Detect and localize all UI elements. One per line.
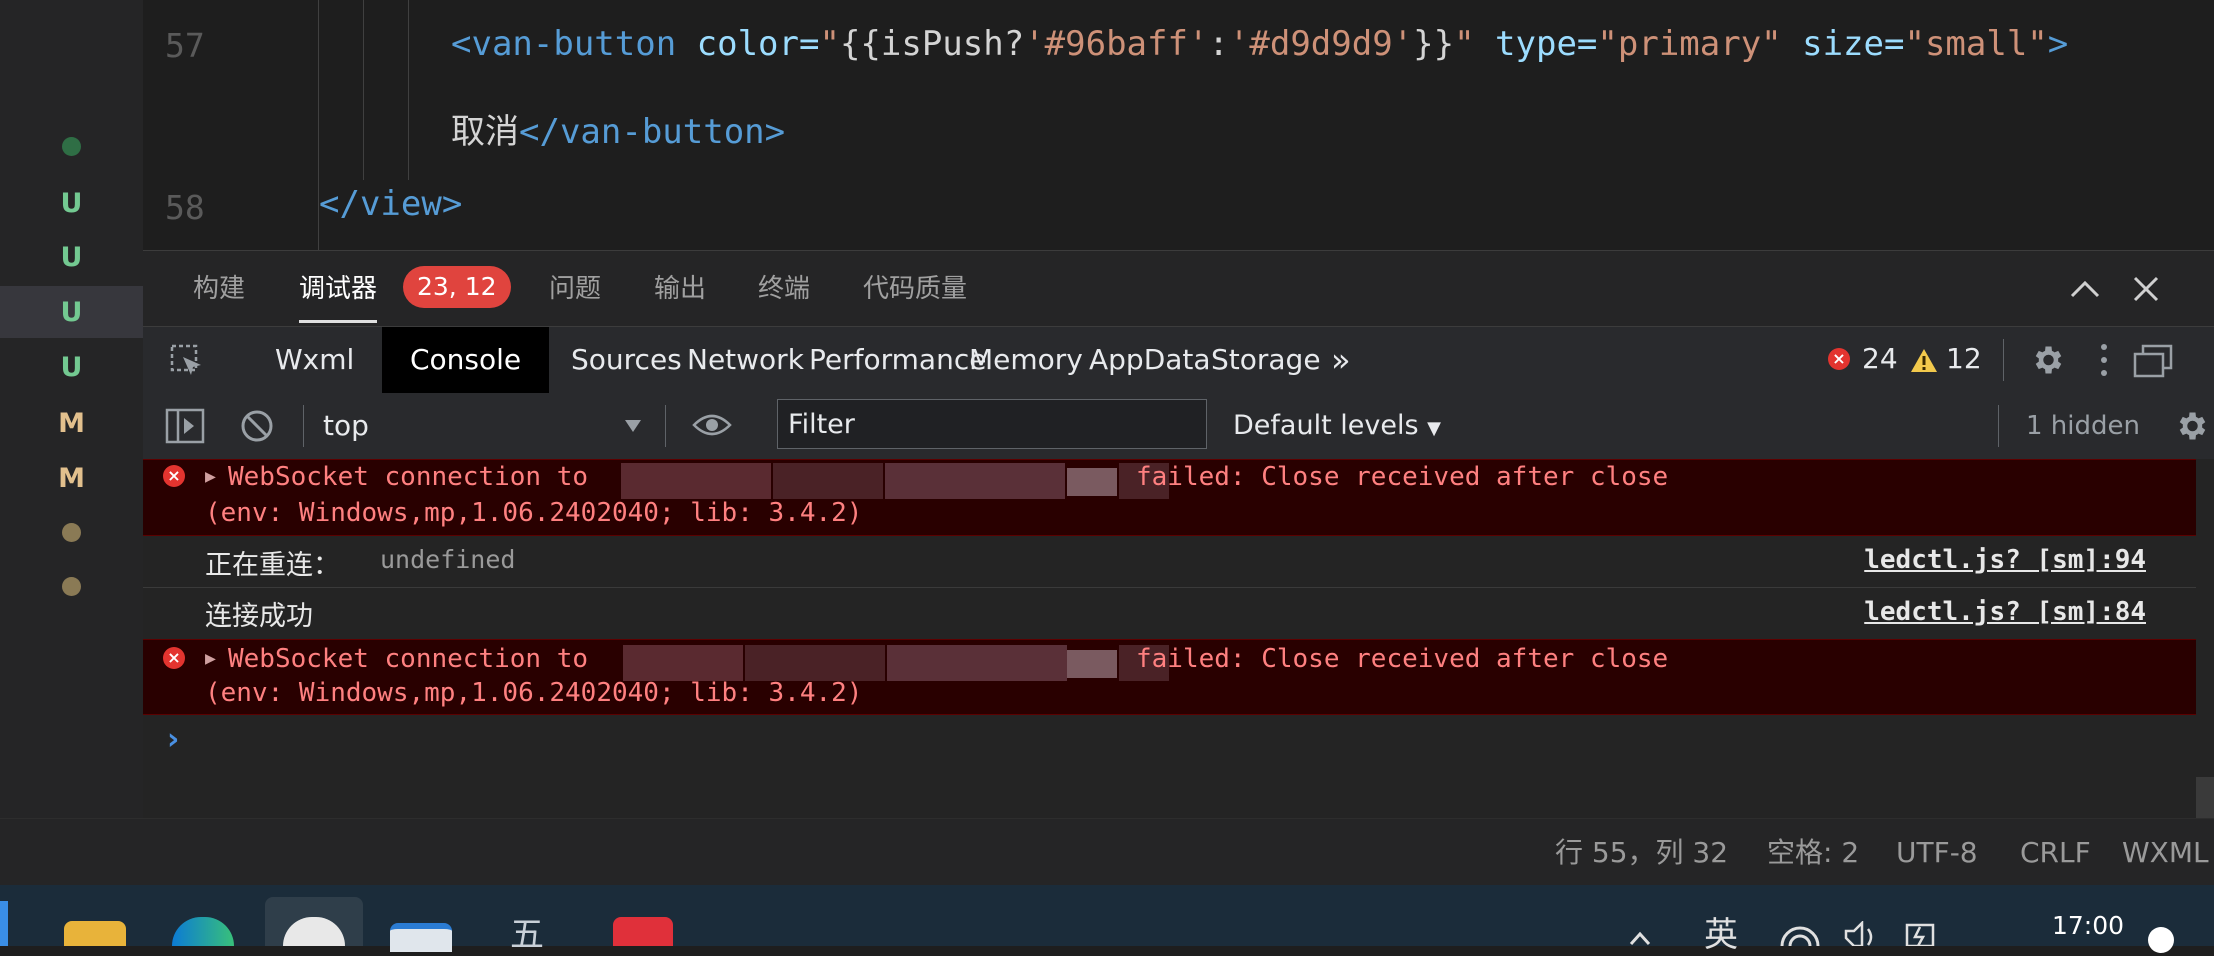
git-status-gutter: U U U U M M — [0, 0, 143, 885]
settings-gear-icon[interactable] — [2029, 342, 2065, 378]
tab-wxml[interactable]: Wxml — [247, 327, 382, 393]
line-ending[interactable]: CRLF — [2020, 819, 2091, 886]
clear-console-icon[interactable] — [239, 408, 275, 444]
edge-browser-icon[interactable] — [172, 917, 234, 946]
tab-console[interactable]: Console — [382, 327, 550, 393]
remote-desktop-icon[interactable] — [390, 923, 452, 952]
netease-music-icon[interactable] — [613, 917, 673, 946]
source-link[interactable]: ledctl.js? [sm]:94 — [1864, 545, 2146, 575]
console-log-row[interactable]: 正在重连： undefined ledctl.js? [sm]:94 — [143, 535, 2196, 588]
git-status-dot — [0, 120, 143, 172]
status-bar: 行 55，列 32 空格: 2 UTF-8 CRLF WXML — [0, 818, 2214, 886]
hidden-count: 1 hidden — [2026, 411, 2140, 441]
close-icon[interactable] — [2131, 274, 2161, 304]
console-settings-gear-icon[interactable] — [2173, 408, 2209, 444]
code-line-57[interactable]: <van-button color="{{isPush?'#96baff':'#… — [451, 24, 2068, 64]
git-status-untracked: U — [60, 351, 83, 383]
battery-icon[interactable] — [1904, 921, 1938, 946]
cursor-position[interactable]: 行 55，列 32 — [1555, 819, 1728, 886]
panel-tabbar: 构建 调试器 23, 12 问题 输出 终端 代码质量 — [143, 250, 2214, 327]
chevron-up-icon[interactable] — [1628, 929, 1652, 946]
more-tabs-button[interactable]: » — [1303, 327, 1379, 393]
git-status-dot — [0, 506, 143, 558]
tab-terminal[interactable]: 终端 — [758, 251, 810, 327]
volume-icon[interactable] — [1844, 921, 1880, 946]
expand-triangle-icon[interactable]: ▶ — [205, 648, 216, 669]
filter-input[interactable]: Filter — [777, 399, 1207, 449]
debugger-count-badge: 23, 12 — [403, 266, 511, 308]
console-error-row[interactable]: × ▶ WebSocket connection to failed: Clos… — [143, 639, 2196, 715]
tab-problems[interactable]: 问题 — [549, 251, 601, 327]
git-status-modified: M — [58, 407, 85, 439]
chevron-up-icon[interactable] — [2068, 276, 2102, 302]
file-explorer-icon[interactable] — [64, 921, 126, 946]
devtools-tabbar: Wxml Console Sources Network Performance… — [143, 326, 2214, 394]
clock[interactable]: 17:00 — [2052, 911, 2124, 940]
git-status-modified: M — [58, 462, 85, 494]
console-prompt[interactable]: › — [167, 722, 179, 757]
log-levels-dropdown[interactable]: Default levels ▼ — [1233, 393, 1441, 459]
sidebar-toggle-icon[interactable] — [165, 408, 205, 444]
code-editor[interactable]: 57 <van-button color="{{isPush?'#96baff'… — [143, 0, 2214, 250]
notification-icon[interactable] — [2148, 927, 2174, 953]
undock-icon[interactable] — [2133, 344, 2173, 378]
start-edge — [0, 901, 8, 946]
encoding[interactable]: UTF-8 — [1896, 819, 1978, 886]
indentation[interactable]: 空格: 2 — [1767, 819, 1859, 886]
console-error-row[interactable]: × ▶ WebSocket connection to failed: Clos… — [143, 459, 2196, 536]
tab-debugger[interactable]: 调试器 — [299, 251, 378, 327]
windows-taskbar: 五 英 17:00 — [0, 885, 2214, 955]
dropdown-arrow-icon: ▼ — [1427, 418, 1441, 439]
source-link[interactable]: ledctl.js? [sm]:84 — [1864, 597, 2146, 627]
git-status-untracked: U — [60, 241, 83, 273]
console-toolbar: top Filter Default levels ▼ 1 hidden — [143, 393, 2214, 460]
line-number: 58 — [165, 188, 205, 227]
live-expression-eye-icon[interactable] — [692, 411, 732, 439]
console-log-row[interactable]: 连接成功 ledctl.js? [sm]:84 — [143, 588, 2196, 638]
error-icon: × — [163, 465, 185, 487]
context-select[interactable]: top — [323, 393, 369, 459]
warning-icon — [1911, 349, 1937, 372]
tab-code-quality[interactable]: 代码质量 — [863, 251, 967, 327]
code-line-58[interactable]: </view> — [319, 184, 462, 224]
ime-app-icon[interactable]: 五 — [510, 907, 544, 956]
ime-indicator[interactable]: 英 — [1704, 907, 1738, 956]
kebab-menu-icon[interactable] — [2098, 342, 2110, 378]
expand-triangle-icon[interactable]: ▶ — [205, 466, 216, 487]
git-status-dot — [0, 560, 143, 612]
tab-output[interactable]: 输出 — [654, 251, 706, 327]
scrollbar[interactable] — [2196, 777, 2214, 818]
tab-build[interactable]: 构建 — [193, 251, 245, 327]
redacted-url — [623, 645, 743, 681]
wifi-icon[interactable] — [1780, 923, 1820, 946]
console-output: × ▶ WebSocket connection to failed: Clos… — [143, 459, 2214, 818]
code-line-57-wrap[interactable]: 取消</van-button> — [451, 104, 785, 153]
error-icon: × — [1828, 348, 1850, 370]
error-icon: × — [163, 647, 185, 669]
redacted-url — [621, 463, 771, 499]
git-status-untracked: U — [60, 187, 83, 219]
language-mode[interactable]: WXML — [2122, 819, 2209, 886]
inspect-element-icon[interactable] — [169, 343, 205, 379]
git-status-untracked: U — [0, 286, 143, 338]
line-number: 57 — [165, 26, 205, 65]
dropdown-arrow-icon[interactable] — [624, 419, 642, 433]
warning-count: 12 — [1946, 342, 1982, 375]
